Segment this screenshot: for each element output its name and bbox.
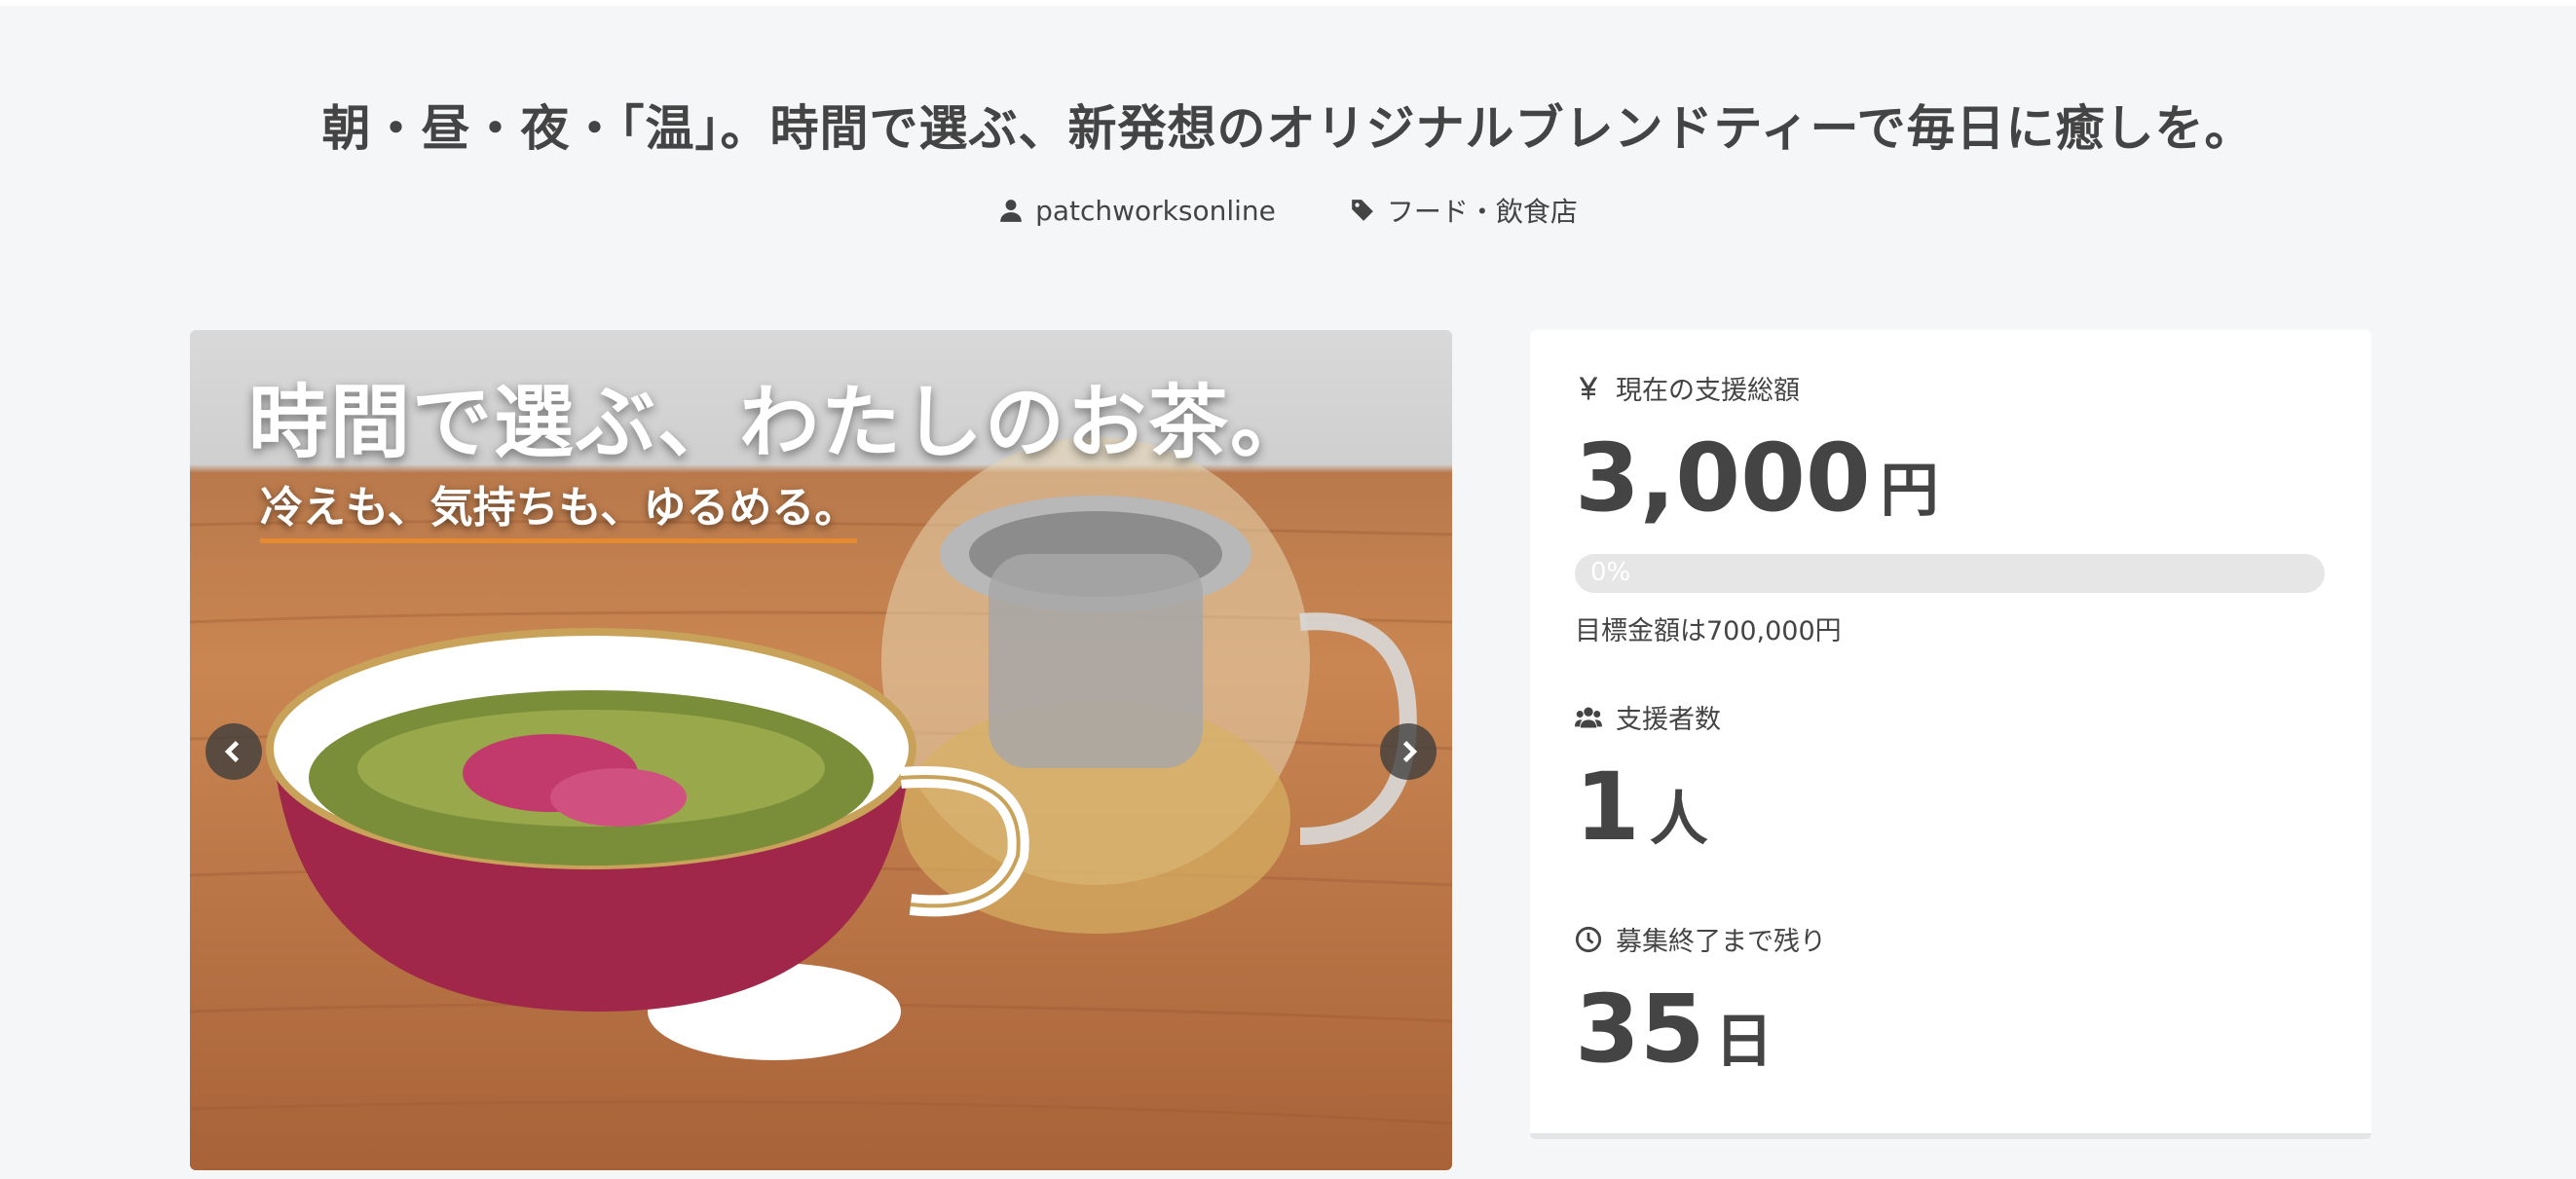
amount-value: 3,000 (1575, 424, 1871, 533)
amount-label: 現在の支援総額 (1616, 376, 1800, 406)
supporters-label: 支援者数 (1616, 705, 1721, 735)
carousel-prev-button[interactable] (205, 723, 262, 780)
supporters-label-row: 支援者数 (1575, 698, 1721, 736)
tag-icon (1352, 200, 1373, 221)
hero-headline: 時間で選ぶ、わたしのお茶。 (248, 376, 1313, 469)
chevron-left-icon (224, 741, 240, 762)
yen-icon (1579, 376, 1598, 400)
supporters-unit: 人 (1649, 786, 1708, 854)
amount-label-row: 現在の支援総額 (1575, 369, 1800, 407)
top-border (0, 0, 2576, 6)
users-icon (1575, 707, 1602, 727)
remaining-value-row: 35 日 (1575, 982, 1773, 1076)
amount-value-row: 3,000 円 (1575, 431, 1939, 525)
project-image-carousel[interactable]: 時間で選ぶ、わたしのお茶。 冷えも、気持ちも、ゆるめる。 (190, 330, 1452, 1170)
target-amount: 目標金額は700,000円 (1575, 616, 1842, 646)
remaining-label-row: 募集終了まで残り (1575, 920, 1826, 958)
remaining-label: 募集終了まで残り (1616, 927, 1826, 957)
progress-bar: 0% (1575, 554, 2325, 593)
funding-stats-panel: 現在の支援総額 3,000 円 0% 目標金額は700,000円 支援者数 1 … (1530, 330, 2371, 1139)
project-meta: patchworksonline フード・飲食店 (0, 191, 2576, 230)
supporters-value-row: 1 人 (1575, 760, 1708, 854)
category-link[interactable]: フード・飲食店 (1350, 191, 1578, 230)
owner-name: patchworksonline (1035, 194, 1276, 227)
project-title: 朝・昼・夜・「温」。時間で選ぶ、新発想のオリジナルブレンドティーで毎日に癒しを。 (321, 100, 2255, 157)
progress-text: 0% (1590, 558, 1631, 587)
supporters-value: 1 (1575, 753, 1640, 862)
category-name: フード・飲食店 (1386, 196, 1578, 228)
carousel-next-button[interactable] (1380, 723, 1437, 780)
amount-unit: 円 (1880, 457, 1939, 525)
owner-link[interactable]: patchworksonline (998, 191, 1276, 230)
user-icon (1000, 200, 1022, 222)
remaining-unit: 日 (1714, 1008, 1773, 1076)
clock-icon (1575, 926, 1602, 952)
hero-subheadline: 冷えも、気持ちも、ゆるめる。 (260, 472, 858, 543)
remaining-value: 35 (1575, 975, 1705, 1084)
chevron-right-icon (1402, 741, 1418, 762)
